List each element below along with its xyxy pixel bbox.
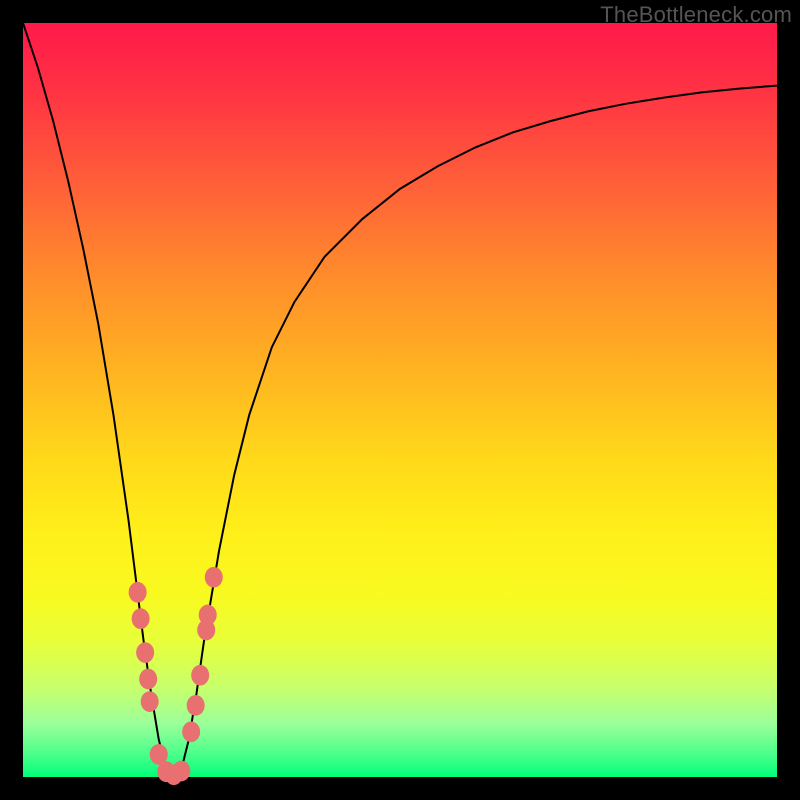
data-point [132,608,150,629]
data-point [129,582,147,603]
chart-frame: TheBottleneck.com [0,0,800,800]
data-point [187,695,205,716]
plot-area [23,23,777,777]
data-point [191,665,209,686]
data-point [136,642,154,663]
data-point [199,605,217,626]
data-point [182,721,200,742]
data-point [205,567,223,588]
data-point [141,691,159,712]
data-points-group [129,567,223,785]
watermark-text: TheBottleneck.com [600,2,792,28]
data-point [139,669,157,690]
chart-svg [23,23,777,777]
data-point [172,761,190,782]
bottleneck-curve [23,23,777,777]
